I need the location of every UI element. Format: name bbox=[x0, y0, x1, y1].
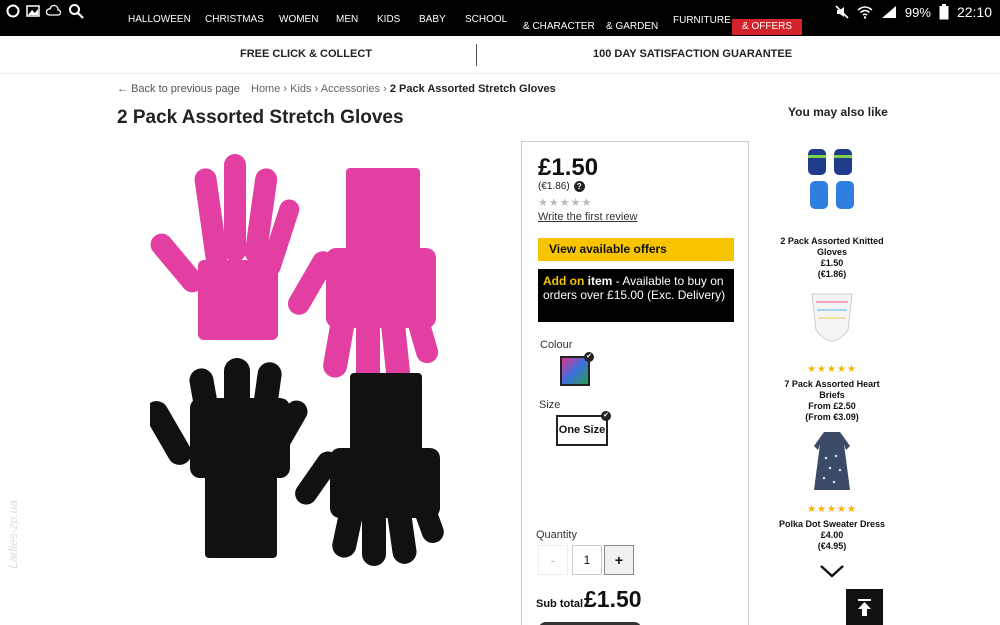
reco-price-euro: (From €3.09) bbox=[805, 412, 859, 422]
reco-rating: ★★★★★ bbox=[807, 364, 857, 375]
nav-item-school[interactable]: SCHOOL bbox=[465, 14, 507, 25]
battery-percent: 99% bbox=[904, 4, 931, 20]
colour-check-icon: ✔ bbox=[584, 352, 594, 362]
breadcrumb-separator: › bbox=[314, 83, 319, 95]
nav-item-garden[interactable]: & GARDEN bbox=[606, 21, 658, 32]
wifi-icon bbox=[857, 6, 873, 19]
quantity-label: Quantity bbox=[536, 529, 577, 541]
chevron-down-icon[interactable] bbox=[819, 563, 845, 579]
nav-item-kids[interactable]: KIDS bbox=[377, 14, 400, 25]
status-icons-left bbox=[6, 3, 84, 19]
recommendations-title: You may also like bbox=[788, 105, 888, 119]
weather-icon bbox=[46, 4, 62, 16]
main-nav: HALLOWEEN CHRISTMAS WOMEN MEN KIDS BABY … bbox=[128, 0, 808, 36]
write-review-link[interactable]: Write the first review bbox=[538, 211, 637, 223]
buy-box: £1.50 (€1.86) ? ★★★★★ Write the first re… bbox=[521, 141, 749, 625]
nav-item-halloween[interactable]: HALLOWEEN bbox=[128, 14, 191, 25]
back-link[interactable]: ← Back to previous page bbox=[117, 83, 240, 95]
nav-item-baby[interactable]: BABY bbox=[419, 14, 446, 25]
reco-rating: ★★★★★ bbox=[807, 504, 857, 515]
quantity-decrease-button[interactable]: - bbox=[538, 545, 568, 575]
product-image[interactable] bbox=[150, 148, 480, 568]
arrow-up-icon bbox=[858, 599, 871, 616]
watermark: Ladies-zp.ua bbox=[6, 500, 20, 569]
clock: 22:10 bbox=[956, 4, 992, 20]
breadcrumb-home[interactable]: Home bbox=[251, 83, 280, 95]
reco-price: £1.50 bbox=[820, 258, 844, 268]
quantity-increase-button[interactable]: + bbox=[604, 545, 634, 575]
breadcrumb: Home › Kids › Accessories › 2 Pack Assor… bbox=[251, 83, 556, 95]
quantity-input[interactable]: 1 bbox=[572, 545, 602, 575]
breadcrumb-current: 2 Pack Assorted Stretch Gloves bbox=[389, 83, 556, 95]
reco-image-briefs bbox=[811, 293, 853, 342]
reco-price: From £2.50 bbox=[808, 401, 856, 411]
size-label: Size bbox=[539, 399, 561, 411]
price-euro: (€1.86) ? bbox=[538, 181, 585, 192]
size-check-icon: ✔ bbox=[601, 411, 611, 421]
help-icon[interactable]: ? bbox=[573, 181, 585, 192]
signal-icon bbox=[881, 6, 896, 18]
pink-glove-right bbox=[288, 168, 439, 398]
reco-image-dress bbox=[814, 432, 850, 490]
back-to-top-button[interactable] bbox=[846, 589, 883, 625]
black-glove-right bbox=[295, 373, 444, 566]
reco-name: Polka Dot Sweater Dress bbox=[778, 519, 886, 529]
addon-notice: Add on item - Available to buy on orders… bbox=[538, 269, 734, 322]
reco-price-euro: (€1.86) bbox=[817, 269, 847, 279]
price-euro-value: (€1.86) bbox=[538, 181, 570, 192]
back-arrow-icon: ← bbox=[117, 83, 128, 95]
reco-item[interactable]: ★★★★★ 7 Pack Assorted Heart Briefs From … bbox=[777, 290, 887, 423]
mute-icon bbox=[835, 5, 849, 19]
reco-name: 7 Pack Assorted Heart Briefs bbox=[784, 379, 880, 400]
breadcrumb-separator: › bbox=[383, 83, 387, 95]
subtotal-label: Sub total bbox=[536, 598, 584, 610]
nav-item-women[interactable]: WOMEN bbox=[279, 14, 318, 25]
promo-bar: FREE CLICK & COLLECT 100 DAY SATISFACTIO… bbox=[0, 36, 1000, 74]
opera-icon bbox=[6, 4, 20, 18]
pink-glove-left bbox=[150, 154, 300, 340]
nav-item-character[interactable]: & CHARACTER bbox=[523, 21, 595, 32]
addon-item: item bbox=[587, 274, 613, 288]
promo-divider bbox=[476, 44, 477, 66]
back-link-label: Back to previous page bbox=[131, 83, 240, 95]
promo-click-collect[interactable]: FREE CLICK & COLLECT bbox=[240, 48, 372, 60]
reco-item[interactable]: 2 Pack Assorted Knitted Gloves £1.50 (€1… bbox=[777, 145, 887, 280]
breadcrumb-kids[interactable]: Kids bbox=[290, 83, 311, 95]
view-offers-button[interactable]: View available offers bbox=[538, 238, 734, 261]
reco-price-euro: (€4.95) bbox=[817, 541, 847, 551]
reco-image-gloves bbox=[808, 149, 854, 209]
reco-price: £4.00 bbox=[820, 530, 844, 540]
page-title: 2 Pack Assorted Stretch Gloves bbox=[117, 107, 404, 128]
black-glove-left bbox=[150, 358, 308, 558]
reco-item[interactable]: ★★★★★ Polka Dot Sweater Dress £4.00 (€4.… bbox=[777, 430, 887, 552]
nav-item-furniture[interactable]: FURNITURE bbox=[673, 15, 731, 26]
rating-stars: ★★★★★ bbox=[538, 197, 593, 209]
breadcrumb-separator: › bbox=[283, 83, 288, 95]
breadcrumb-accessories[interactable]: Accessories bbox=[321, 83, 380, 95]
image-icon bbox=[26, 5, 40, 17]
reco-name: 2 Pack Assorted Knitted Gloves bbox=[780, 236, 884, 257]
price: £1.50 bbox=[538, 154, 599, 181]
nav-item-christmas[interactable]: CHRISTMAS bbox=[205, 14, 264, 25]
promo-guarantee[interactable]: 100 DAY SATISFACTION GUARANTEE bbox=[593, 48, 792, 60]
status-icons-right: 99% 22:10 bbox=[835, 4, 992, 20]
subtotal-value: £1.50 bbox=[584, 586, 642, 612]
size-option-one-size[interactable]: One Size bbox=[556, 415, 608, 446]
nav-item-men[interactable]: MEN bbox=[336, 14, 358, 25]
battery-icon bbox=[939, 4, 949, 20]
top-bar: HALLOWEEN CHRISTMAS WOMEN MEN KIDS BABY … bbox=[0, 0, 1000, 36]
search-icon[interactable] bbox=[68, 3, 84, 19]
addon-prefix: Add on bbox=[543, 274, 585, 288]
nav-item-offers[interactable]: & OFFERS bbox=[732, 19, 803, 35]
colour-label: Colour bbox=[540, 339, 573, 351]
